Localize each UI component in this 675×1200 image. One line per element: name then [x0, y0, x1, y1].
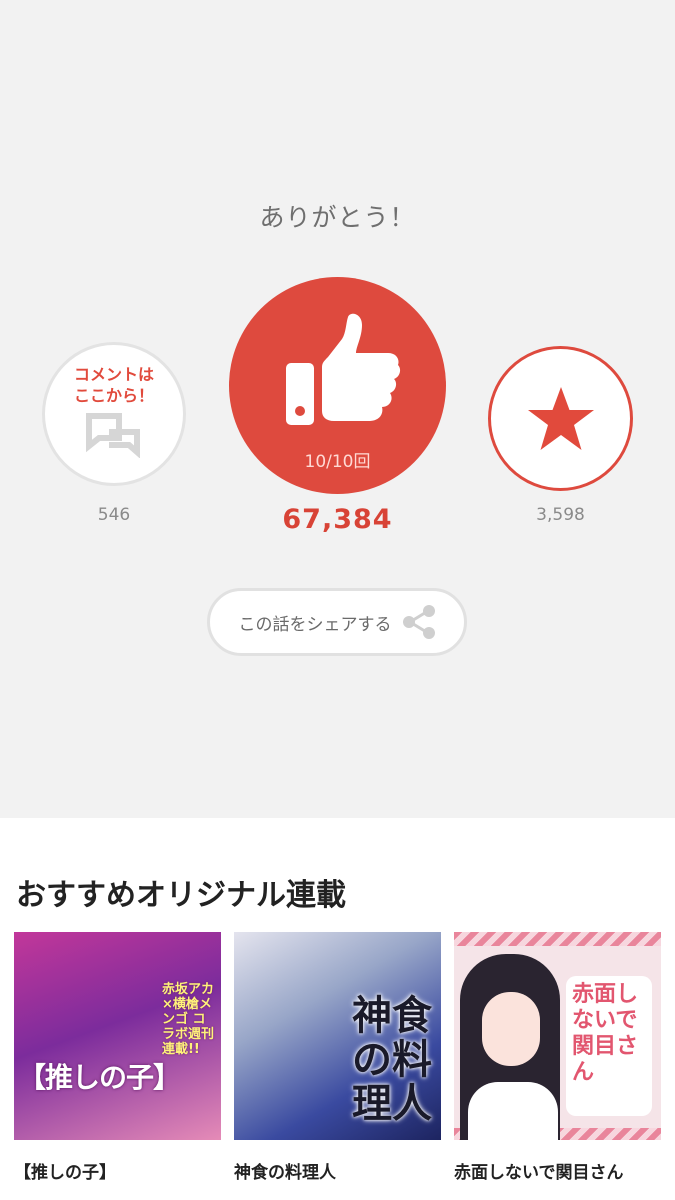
recommend-card-shinshoku[interactable]: 神食の料理人 神食の料理人: [234, 932, 441, 1183]
recommend-card-title: 神食の料理人: [234, 1163, 336, 1183]
recommend-section-title: おすすめオリジナル連載: [16, 878, 346, 913]
comment-button[interactable]: コメントは ここから！: [42, 342, 186, 486]
share-button[interactable]: この話をシェアする: [207, 588, 467, 656]
cover-tagline-text: 赤坂アカ×横槍メンゴ コラボ週刊連載!!: [162, 982, 215, 1057]
cover-image[interactable]: 【推しの子】 赤坂アカ×横槍メンゴ コラボ週刊連載!!: [14, 932, 221, 1140]
favorite-count: 3,598: [536, 505, 585, 525]
like-progress-label: 10/10回: [304, 452, 371, 472]
star-icon: [527, 386, 594, 450]
comment-count: 546: [97, 505, 131, 525]
cover-image[interactable]: 神食の料理人: [234, 932, 441, 1140]
recommend-card-oshinoko[interactable]: 【推しの子】 赤坂アカ×横槍メンゴ コラボ週刊連載!! 【推しの子】: [14, 932, 221, 1183]
share-icon: [402, 605, 435, 639]
recommend-card-sekime[interactable]: 赤面しないで関目さん 赤面しないで関目さん: [454, 932, 661, 1183]
speech-bubbles-icon: [86, 413, 140, 458]
like-button[interactable]: 10/10回: [229, 277, 446, 494]
recommend-card-title: 【推しの子】: [14, 1163, 116, 1183]
cover-image[interactable]: 赤面しないで関目さん: [454, 932, 661, 1140]
cover-title-text: 神食の料理人: [352, 993, 432, 1127]
cover-title-text: 赤面しないで関目さん: [566, 976, 652, 1116]
thanks-message: ありがとう！: [259, 203, 416, 232]
thumbs-up-icon: [285, 313, 400, 425]
share-label: この話をシェアする: [238, 614, 392, 635]
cover-title-text: 【推しの子】: [18, 1061, 181, 1094]
like-count: 67,384: [282, 504, 393, 535]
comment-cta-text: コメントは ここから！: [73, 365, 154, 405]
recommend-card-title: 赤面しないで関目さん: [454, 1163, 624, 1183]
favorite-button[interactable]: [488, 346, 633, 491]
